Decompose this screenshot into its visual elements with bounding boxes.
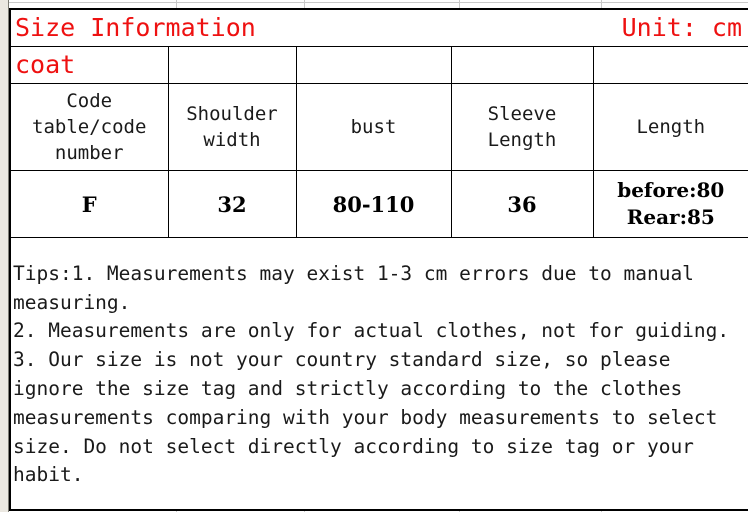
title-cell: Size Information Unit: cm — [8, 8, 748, 47]
cell-length-before: before:80 — [617, 178, 725, 202]
column-header-bust: bust — [295, 83, 452, 171]
column-header-shoulder-width: Shoulder width — [167, 83, 297, 171]
table-row-title: Size Information Unit: cm — [8, 8, 748, 47]
cell-length: before:80 Rear:85 — [592, 170, 748, 238]
blank-cell — [295, 46, 452, 84]
table-row-garment: coat — [9, 46, 748, 84]
table-row-tips: Tips:1. Measurements may exist 1-3 cm er… — [8, 237, 748, 511]
blank-cell — [592, 46, 748, 84]
blank-cell — [167, 46, 297, 84]
grid-line-horizontal — [0, 2, 748, 3]
cell-code: F — [9, 170, 169, 238]
column-header-sleeve-length: Sleeve Length — [450, 83, 594, 171]
table-row: F 32 80-110 36 before:80 Rear:85 — [9, 170, 748, 238]
size-information-table: Size Information Unit: cm coat Code tabl… — [8, 8, 748, 511]
row-header-strip — [0, 0, 9, 512]
page-title: Size Information — [15, 13, 256, 42]
cell-shoulder-width: 32 — [167, 170, 297, 238]
tips-cell: Tips:1. Measurements may exist 1-3 cm er… — [8, 237, 748, 511]
cell-length-rear: Rear:85 — [626, 205, 715, 229]
cell-sleeve-length: 36 — [450, 170, 594, 238]
blank-cell — [450, 46, 594, 84]
column-header-length: Length — [592, 83, 748, 171]
size-chart-sheet: Size Information Unit: cm coat Code tabl… — [0, 0, 748, 512]
garment-name-cell: coat — [9, 46, 169, 84]
tips-text: Tips:1. Measurements may exist 1-3 cm er… — [13, 261, 730, 487]
table-header-row: Code table/code number Shoulder width bu… — [9, 83, 748, 171]
unit-label: Unit: cm — [621, 13, 743, 42]
cell-bust: 80-110 — [295, 170, 452, 238]
column-header-code: Code table/code number — [9, 83, 169, 171]
